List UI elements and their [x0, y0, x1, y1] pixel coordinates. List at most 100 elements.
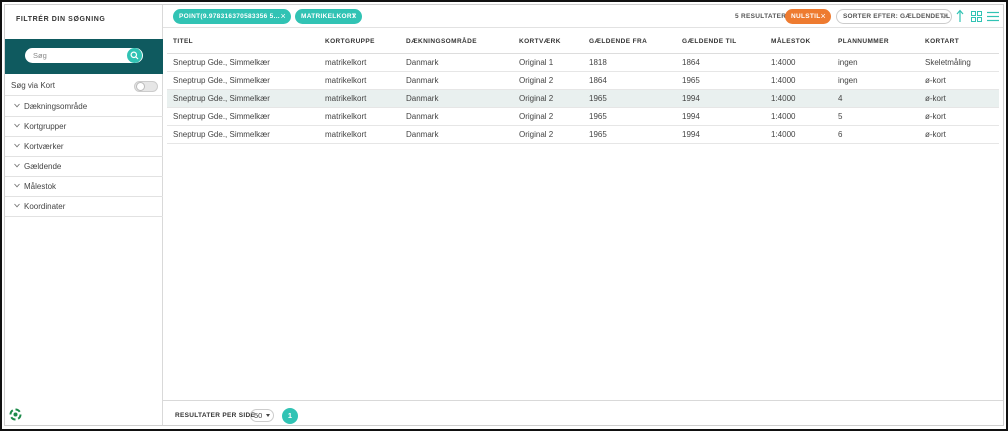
app-logo-icon	[9, 408, 22, 421]
table-cell: 4	[832, 89, 919, 108]
table-cell: 1994	[676, 107, 765, 126]
column-header[interactable]: DÆKNINGSOMRÅDE	[400, 31, 513, 54]
table-cell: Original 2	[513, 125, 583, 144]
filter-section-malestok[interactable]: Målestok	[5, 177, 163, 197]
table-cell: Danmark	[400, 125, 513, 144]
table-cell: 1:4000	[765, 53, 832, 72]
column-header[interactable]: GÆLDENDE TIL	[676, 31, 765, 54]
chevron-down-icon	[14, 163, 20, 168]
column-header[interactable]: GÆLDENDE FRA	[583, 31, 676, 54]
table-cell: 1965	[583, 125, 676, 144]
map-search-toggle[interactable]	[134, 81, 158, 92]
chevron-down-icon	[14, 123, 20, 128]
chevron-down-icon	[14, 203, 20, 208]
table-cell: matrikelkort	[319, 71, 400, 90]
sidebar-title: FILTRÉR DIN SØGNING	[16, 16, 106, 23]
table-cell: Original 2	[513, 107, 583, 126]
column-header[interactable]: KORTGRUPPE	[319, 31, 400, 54]
list-view-icon[interactable]	[987, 11, 999, 22]
table-cell: Danmark	[400, 53, 513, 72]
filter-section-label: Dækningsområde	[24, 102, 88, 111]
table-cell: Sneptrup Gde., Simmelkær	[167, 125, 319, 144]
per-page-label: RESULTATER PER SIDE	[175, 412, 256, 419]
filter-sidebar: FILTRÉR DIN SØGNING Søg via Kort	[5, 5, 163, 425]
column-header[interactable]: MÅLESTOK	[765, 31, 832, 54]
table-cell: ø-kort	[919, 71, 999, 90]
table-cell: 1965	[583, 107, 676, 126]
table-cell: Danmark	[400, 107, 513, 126]
table-cell: 1965	[676, 71, 765, 90]
close-icon: ×	[820, 11, 826, 21]
reset-button[interactable]: NULSTIL ×	[785, 9, 831, 24]
table-header-row: TITEL KORTGRUPPE DÆKNINGSOMRÅDE KORTVÆRK GÆL…	[167, 31, 999, 54]
filter-section-d-kningsomrade[interactable]: Dækningsområde	[5, 97, 163, 117]
column-header[interactable]: PLANNUMMER	[832, 31, 919, 54]
sidebar-search-area	[5, 39, 163, 74]
filter-chip-matrikelkort[interactable]: MATRIKELKORT ×	[295, 9, 362, 24]
table-cell: 1818	[583, 53, 676, 72]
filter-section-g-ldende[interactable]: Gældende	[5, 157, 163, 177]
table-row[interactable]: Sneptrup Gde., Simmelkær matrikelkort Danm…	[167, 53, 999, 72]
chevron-down-icon	[14, 183, 20, 188]
filter-section-kortgrupper[interactable]: Kortgrupper	[5, 117, 163, 137]
footer-divider	[163, 400, 1003, 401]
reset-button-label: NULSTIL	[791, 13, 821, 20]
table-cell: ø-kort	[919, 125, 999, 144]
table-cell: Original 2	[513, 71, 583, 90]
grid-view-icon[interactable]	[971, 11, 982, 22]
table-cell: matrikelkort	[319, 107, 400, 126]
chevron-down-icon	[941, 14, 947, 19]
toolbar-divider	[163, 27, 1003, 28]
table-row[interactable]: Sneptrup Gde., Simmelkær matrikelkort Danm…	[167, 107, 999, 126]
map-search-toggle-label: Søg via Kort	[11, 81, 56, 90]
close-icon[interactable]: ×	[280, 9, 286, 24]
column-header[interactable]: KORTART	[919, 31, 999, 54]
per-page-value: 50	[254, 411, 263, 420]
results-count: 5 RESULTATER	[735, 13, 787, 20]
table-cell: ingen	[832, 53, 919, 72]
table-cell: ingen	[832, 71, 919, 90]
table-cell: 5	[832, 107, 919, 126]
column-header[interactable]: KORTVÆRK	[513, 31, 583, 54]
app-window: FILTRÉR DIN SØGNING Søg via Kort	[4, 4, 1004, 426]
close-icon[interactable]: ×	[351, 9, 357, 24]
table-cell: ø-kort	[919, 107, 999, 126]
search-icon	[130, 51, 139, 60]
filter-section-label: Gældende	[24, 162, 62, 171]
pagination-page-button[interactable]: 1	[282, 408, 298, 424]
table-cell: 1:4000	[765, 71, 832, 90]
search-box	[25, 48, 143, 63]
table-cell: 1994	[676, 125, 765, 144]
table-cell: matrikelkort	[319, 125, 400, 144]
table-cell: 6	[832, 125, 919, 144]
results-panel: POINT(9.978316370583356 5... × MATRIKELK…	[163, 5, 1003, 425]
filter-chip-point[interactable]: POINT(9.978316370583356 5... ×	[173, 9, 291, 24]
map-search-toggle-row: Søg via Kort	[5, 76, 163, 96]
table-cell: 1965	[583, 89, 676, 108]
table-cell: Sneptrup Gde., Simmelkær	[167, 53, 319, 72]
app-frame: FILTRÉR DIN SØGNING Søg via Kort	[0, 0, 1008, 431]
per-page-select[interactable]: 50	[250, 409, 274, 422]
filter-chip-label: MATRIKELKORT	[301, 13, 357, 20]
search-button[interactable]	[127, 48, 142, 63]
table-cell: 1864	[583, 71, 676, 90]
filter-section-label: Koordinater	[24, 202, 66, 211]
column-header[interactable]: TITEL	[167, 31, 319, 54]
results-table: TITEL KORTGRUPPE DÆKNINGSOMRÅDE KORTVÆRK GÆL…	[167, 31, 999, 144]
sort-dropdown[interactable]: SORTER EFTER: GÆLDENDETIL	[836, 9, 952, 24]
table-cell: 1:4000	[765, 89, 832, 108]
filter-section-koordinater[interactable]: Koordinater	[5, 197, 163, 217]
filter-section-kortv-rker[interactable]: Kortværker	[5, 137, 163, 157]
table-row[interactable]: Sneptrup Gde., Simmelkær matrikelkort Danm…	[167, 71, 999, 90]
table-cell: Original 2	[513, 89, 583, 108]
table-row[interactable]: Sneptrup Gde., Simmelkær matrikelkort Danm…	[167, 89, 999, 108]
chevron-down-icon	[14, 103, 20, 108]
table-cell: Sneptrup Gde., Simmelkær	[167, 107, 319, 126]
sort-direction-arrow-icon[interactable]	[956, 9, 964, 23]
table-cell: Skeletmåling	[919, 53, 999, 72]
table-cell: Sneptrup Gde., Simmelkær	[167, 71, 319, 90]
search-input[interactable]	[33, 50, 123, 61]
table-row[interactable]: Sneptrup Gde., Simmelkær matrikelkort Danm…	[167, 125, 999, 144]
chevron-down-icon	[14, 143, 20, 148]
table-cell: Sneptrup Gde., Simmelkær	[167, 89, 319, 108]
